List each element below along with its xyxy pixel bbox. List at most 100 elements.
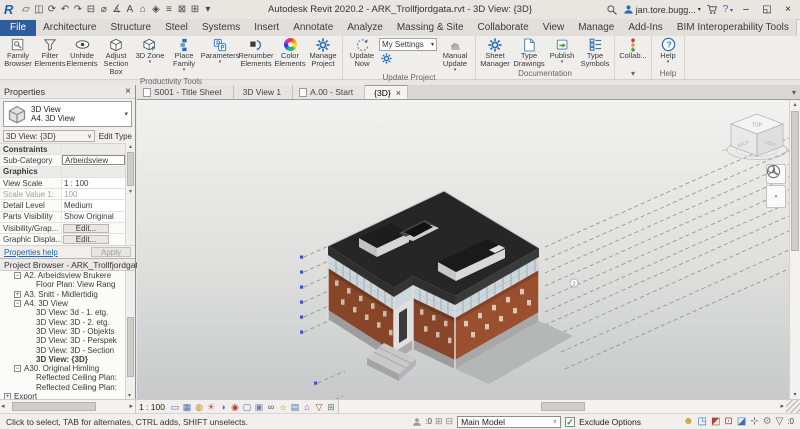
detail-level-icon[interactable]: ▦ [181,401,193,413]
qat-section-icon[interactable]: ◈ [149,4,162,15]
tree-item[interactable]: − A30. Original Himling [0,364,125,373]
qat-switch-windows-icon[interactable]: ⊞ [188,4,201,15]
family-browser-button[interactable]: Family Browser [2,37,34,68]
selection-filter-icon[interactable]: ▽ [776,416,784,428]
reveal-constraints-icon[interactable]: ▽ [313,401,325,413]
tree-item[interactable]: 3D View: 3d - 1. etg. [0,308,125,317]
type-drawings-button[interactable]: Type Drawings [512,37,546,68]
tree-item[interactable]: + Export [0,392,125,399]
qat-redo-icon[interactable]: ↷ [71,4,84,15]
ribbon-tab[interactable]: Annotate [286,20,340,36]
user-account-button[interactable]: jan.tore.bugg... ▾ [623,4,701,15]
unhide-elements-button[interactable]: Unhide Elements [66,37,98,68]
tree-item[interactable]: Floor Plan: View Rang [0,280,125,289]
tree-item[interactable]: + A3. Snitt - Midlertidig [0,290,125,299]
tree-item[interactable]: 3D View: {3D} [0,355,125,364]
collab-group-expander[interactable]: ▾ [615,68,651,79]
qat-close-hidden-icon[interactable]: ⊠ [175,4,188,15]
color-elements-button[interactable]: Color Elements [274,37,306,68]
ribbon-tab[interactable]: Massing & Site [390,20,471,36]
workset-status-icon[interactable]: ⊟ [446,416,454,427]
restore-button[interactable]: ◱ [759,4,775,15]
qat-text-icon[interactable]: A [123,4,136,15]
search-icon[interactable] [606,4,618,16]
drag-elements-icon[interactable]: ⊹ [750,416,758,428]
grid-bubble[interactable]: 2 [569,278,579,287]
tree-item[interactable]: − A4. 3D View [0,299,125,308]
worksets-dialog-icon[interactable]: ⊞ [435,416,443,427]
minimize-button[interactable]: – [738,4,754,15]
select-underlay-elements-icon[interactable]: ◩ [711,416,720,428]
drawing-area[interactable]: 2 TOP BACK LEFT ▾ ▴ ▾ [137,99,800,400]
help-button[interactable]: ? Help ▾ [654,37,682,65]
view-tab-close-icon[interactable]: × [396,88,401,98]
analytical-model-icon[interactable]: ⌂ [301,401,313,413]
tree-item[interactable]: 3D View: 3D - Objekts [0,327,125,336]
reveal-hidden-elements-icon[interactable]: ☼ [277,401,289,413]
property-row[interactable]: Graphic Displa... Edit... [0,234,125,245]
property-row[interactable]: Constraints [0,144,125,156]
view-tab[interactable]: 3D View 1 [233,85,294,99]
tree-toggle-icon[interactable]: − [14,365,21,373]
design-options-icon[interactable]: ☻ [683,416,694,428]
qat-open-icon[interactable]: ▱ [19,4,32,15]
crop-size-icon[interactable]: ▭ [169,401,181,413]
browser-scrollbar[interactable]: ▾ [125,271,135,399]
property-row[interactable]: Graphics [0,166,125,178]
editing-requests-icon[interactable] [412,417,422,427]
zoom-tool-icon[interactable]: ▾ [766,165,786,208]
cart-icon[interactable] [706,4,718,15]
view-tab[interactable]: {3D} × [365,85,408,99]
property-row[interactable]: Parts Visibility Show Original [0,211,125,224]
ribbon-tab[interactable]: Steel [158,20,195,36]
crop-view-icon[interactable]: ▢ [241,401,253,413]
view-cube[interactable]: TOP BACK LEFT [722,113,792,160]
ribbon-tab[interactable]: Collaborate [471,20,536,36]
revit-logo[interactable]: R [4,2,13,17]
tab-list-dropdown-icon[interactable]: ▾ [788,88,800,97]
manual-update-button[interactable]: Manual Update ▾ [437,37,473,73]
properties-scrollbar[interactable]: ▴ ▾ [125,143,135,245]
exclude-options-checkbox[interactable]: ✓ [565,416,576,427]
ribbon-tab[interactable]: Systems [195,20,247,36]
update-now-button[interactable]: Update Now [345,37,379,68]
help-menu-button[interactable]: ? ▾ [723,4,733,15]
design-option-dropdown[interactable]: Main Model ∨ [457,415,562,428]
resize-grip[interactable] [786,400,800,413]
ribbon-tab[interactable]: BIM Interoperability Tools [670,20,796,36]
qat-customize-icon[interactable]: ▾ [201,4,214,15]
adjust-section-box-button[interactable]: Adjust Section Box [98,37,134,76]
qat-3d-view-icon[interactable]: ⌂ [136,4,149,15]
type-symbols-button[interactable]: Type Symbols [578,37,612,68]
properties-close-icon[interactable]: × [125,86,131,97]
properties-help-link[interactable]: Properties help [4,248,58,257]
tree-item[interactable]: − A2. Arbeidsview Brukere [0,271,125,280]
ribbon-tab[interactable]: Manage [571,20,621,36]
tree-item[interactable]: 3D View: 3D - Perspek [0,336,125,345]
ribbon-tab[interactable]: Insert [247,20,286,36]
manage-project-button[interactable]: Manage Project [306,37,340,68]
tree-item[interactable]: Reflected Ceiling Plan: [0,373,125,382]
tree-toggle-icon[interactable]: + [14,290,21,298]
worksharing-display-icon[interactable]: ⊞ [325,401,337,413]
property-row[interactable]: Sub-Category Arbeidsview [0,155,125,167]
ribbon-tab[interactable]: View [536,20,572,36]
qat-dimension-icon[interactable]: ∡ [110,4,123,15]
property-row[interactable]: Visibility/Grap... Edit... [0,223,125,235]
property-row[interactable]: Detail Level Medium [0,200,125,212]
building-model[interactable] [327,190,573,384]
visual-style-icon[interactable]: ◍ [193,401,205,413]
type-selector[interactable]: 3D View A4. 3D View ▾ [3,101,132,127]
place-family-button[interactable]: Place Family ▾ [166,37,202,73]
filter-elements-button[interactable]: Filter Elements [34,37,66,68]
temporary-hide-isolate-icon[interactable]: ∞ [265,401,277,413]
qat-undo-icon[interactable]: ↶ [58,4,71,15]
select-links-icon[interactable]: ◳ [698,416,707,428]
canvas-vertical-scrollbar[interactable]: ▴ ▾ [789,100,800,400]
renumber-elements-button[interactable]: Renumber Elements [238,37,274,68]
tree-toggle-icon[interactable]: − [14,300,21,308]
ribbon-tab[interactable]: Naviate [795,19,800,36]
tree-item[interactable]: 3D View: 3D - Section [0,345,125,355]
view-tab[interactable]: S001 - Title Sheet [137,85,234,99]
tree-item[interactable]: Reflected Ceiling Plan: [0,383,125,392]
